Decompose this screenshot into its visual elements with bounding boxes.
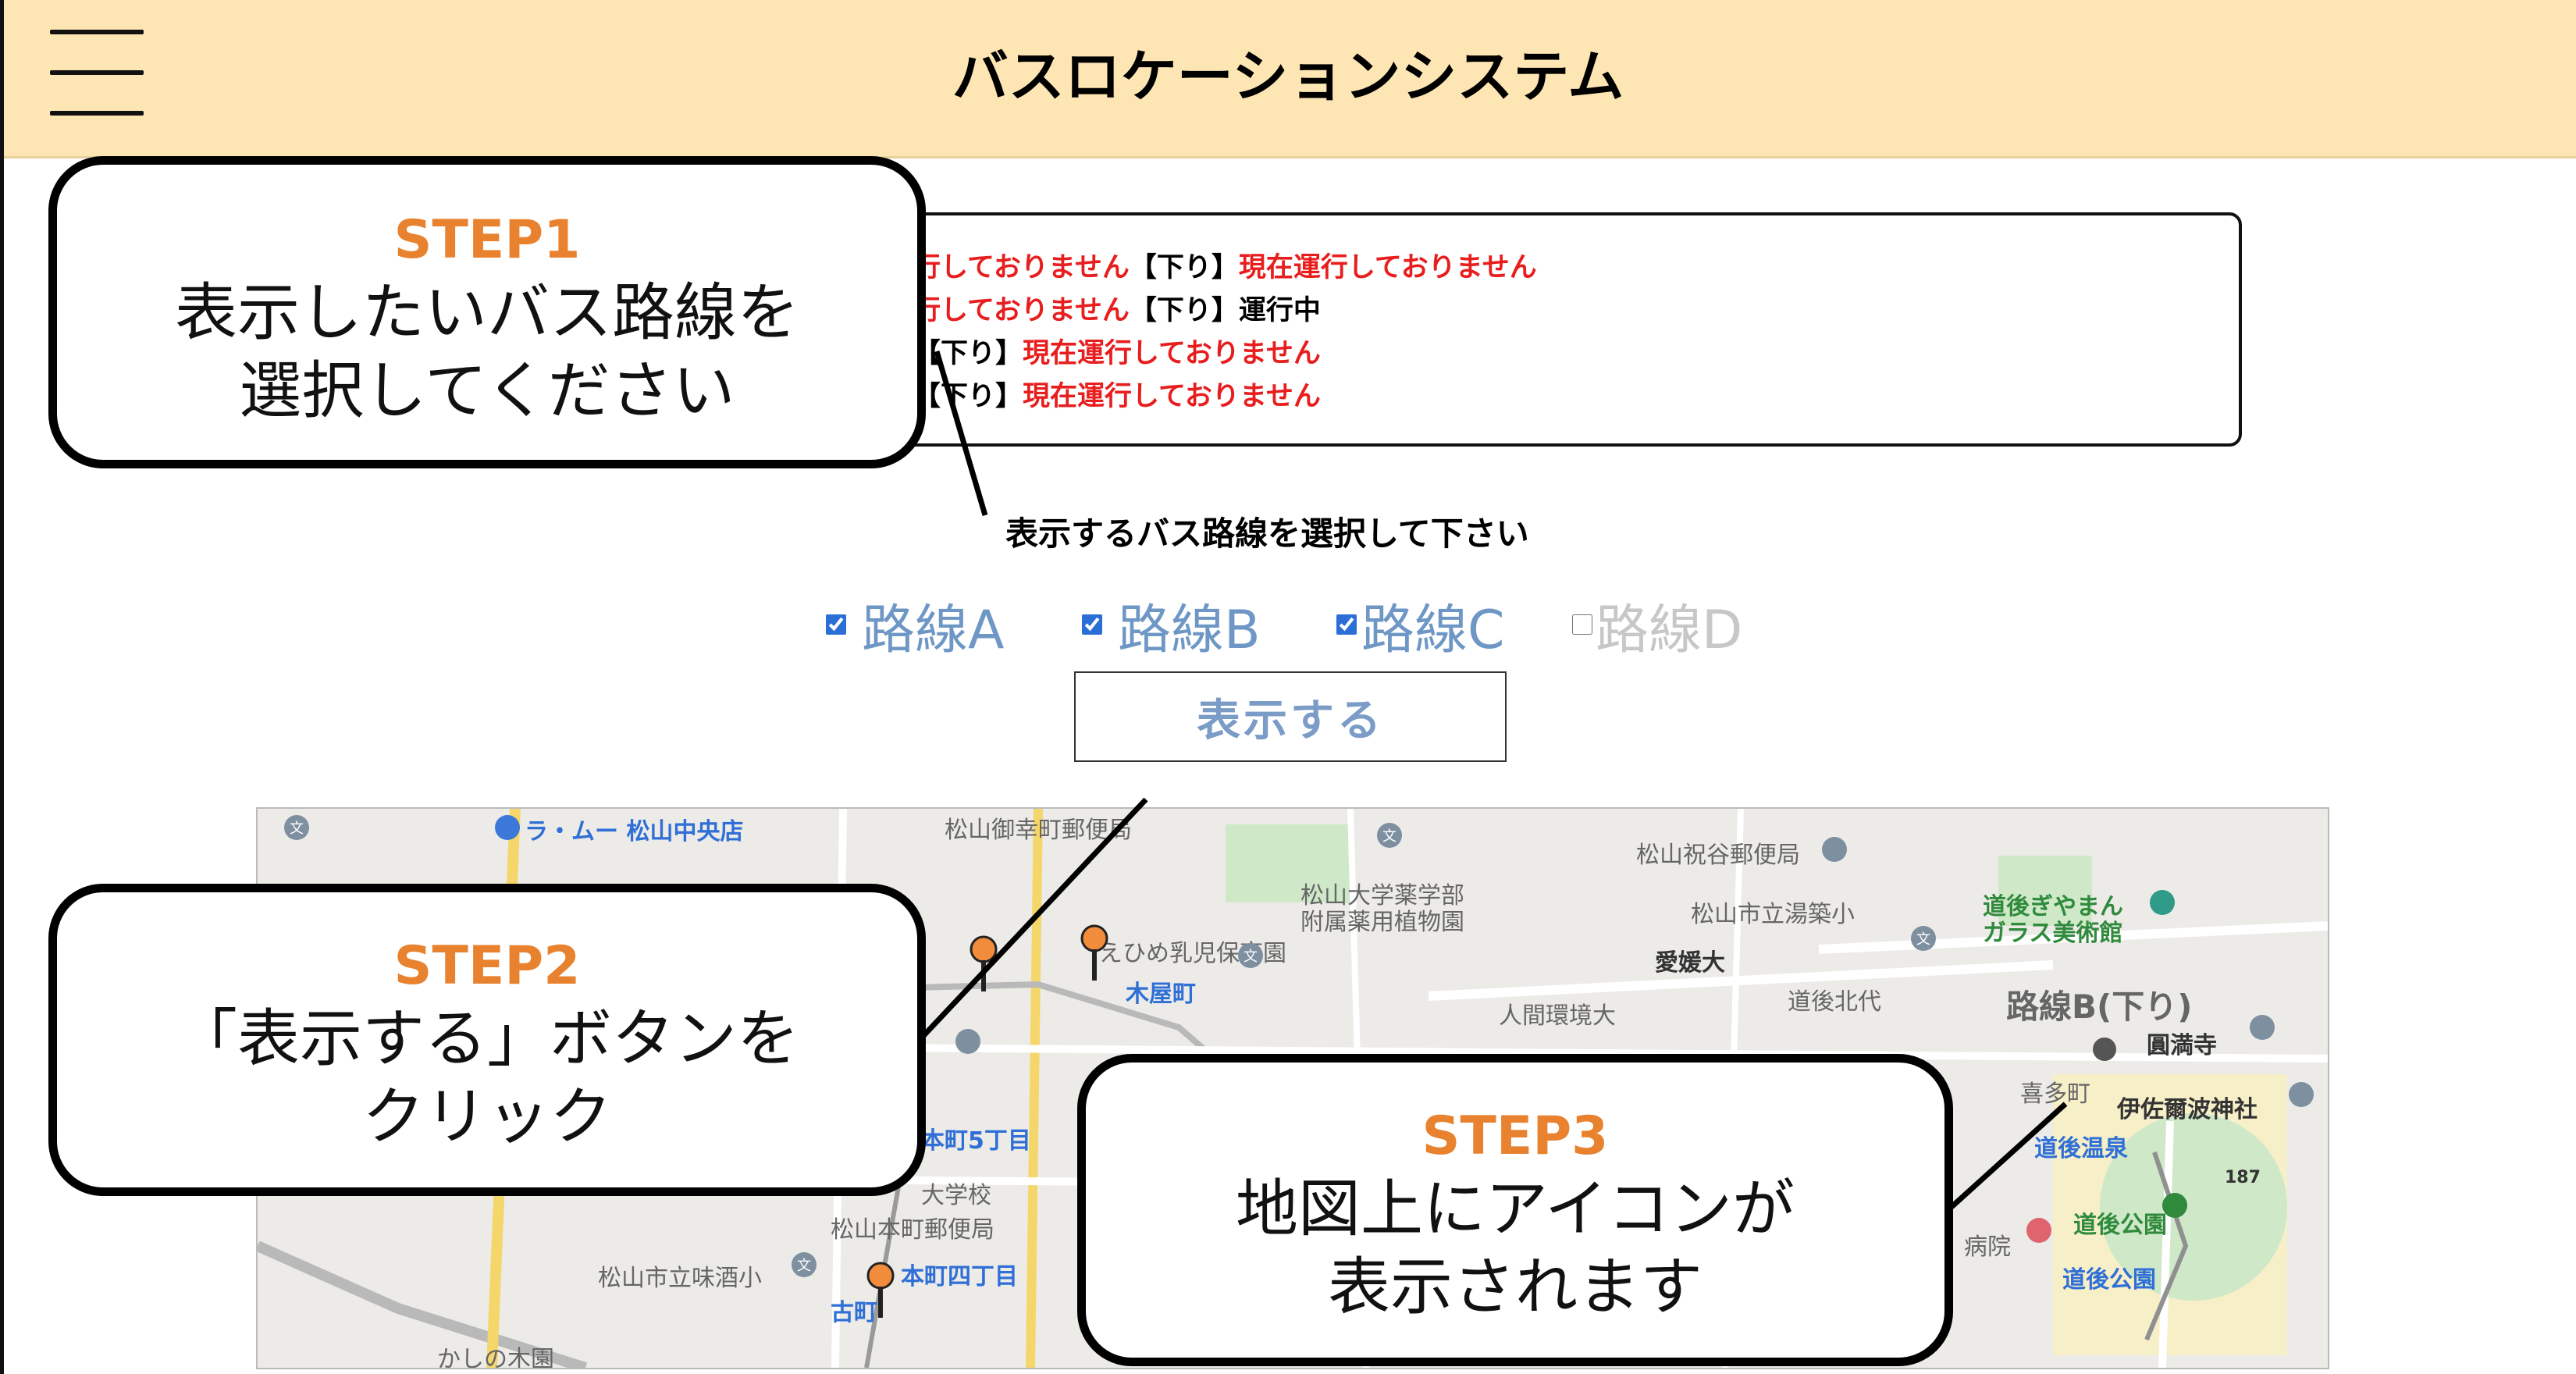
map-label: 道後公園 (2073, 1212, 2167, 1239)
show-button[interactable]: 表示する (1074, 671, 1507, 762)
map-label: かしの木園 (437, 1346, 554, 1369)
step2-heading: STEP2 (393, 935, 581, 997)
route-b-map-label: 路線B(下り) (2006, 988, 2193, 1026)
status-line: 【下り】現在運行しておりません (913, 333, 2239, 376)
school-pin-icon[interactable]: 文 (281, 812, 312, 843)
map-label: 喜多町 (2020, 1080, 2090, 1108)
map-label: 松山御幸町郵便局 (945, 817, 1132, 844)
status-line: 行しておりません【下り】現在運行しておりません (913, 247, 2239, 290)
hospital-pin-icon[interactable] (2023, 1215, 2055, 1246)
svg-text:文: 文 (1382, 828, 1397, 845)
map-label: 道後北代 (1788, 988, 1881, 1016)
route-a-checkbox[interactable] (826, 614, 846, 635)
map-label: 本町四丁目 (901, 1263, 1018, 1290)
museum-pin-icon[interactable] (2147, 887, 2178, 918)
status-direction: 【下り】 (913, 338, 1023, 369)
route-b-label: 路線B (1118, 599, 1261, 661)
status-line-a: 行しておりません (913, 252, 1130, 283)
map-label: 187 (2225, 1168, 2261, 1187)
svg-text:文: 文 (797, 1258, 811, 1274)
bus-location-icon[interactable] (2089, 1034, 2120, 1065)
school-pin-icon[interactable]: 文 (1235, 940, 1266, 971)
status-direction: 【下り】 (1129, 295, 1239, 326)
status-line-b: 現在運行しておりません (1023, 381, 1321, 412)
map-label: ラ・ムー 松山中央店 (525, 818, 744, 845)
bus-stop-icon[interactable] (1079, 923, 1110, 985)
shop-pin-icon[interactable] (492, 812, 523, 843)
map-label: 病院 (1964, 1233, 2011, 1261)
route-d-checkbox[interactable] (1572, 614, 1592, 635)
route-d-label: 路線D (1596, 599, 1743, 661)
route-c-option[interactable]: 路線C (1336, 593, 1504, 661)
route-c-checkbox[interactable] (1336, 614, 1357, 635)
status-panel: 行しておりません【下り】現在運行しておりません 行しておりません【下り】運行中 … (898, 212, 2242, 447)
bus-stop-icon[interactable] (968, 934, 999, 996)
route-c-label: 路線C (1361, 599, 1505, 661)
park-pin-icon[interactable] (2159, 1190, 2190, 1221)
step2-text: 「表示する」ボタンを クリック (175, 1002, 799, 1153)
step3-heading: STEP3 (1421, 1105, 1609, 1167)
map-label: 松山本町郵便局 (831, 1216, 994, 1244)
map-label: 松山市立湯築小 (1691, 901, 1855, 928)
map-label: 木屋町 (1126, 981, 1196, 1008)
step1-heading: STEP1 (393, 209, 581, 271)
step3-text: 地図上にアイコンが 表示されます (1236, 1173, 1795, 1323)
map-label: 愛媛大 (1655, 949, 1725, 977)
status-line: 行しておりません【下り】運行中 (913, 290, 2239, 333)
shrine-pin-icon[interactable] (2286, 1079, 2317, 1110)
status-line-b: 運行中 (1238, 295, 1321, 326)
svg-text:文: 文 (1244, 949, 1258, 965)
map-label: 大学校 (921, 1182, 991, 1209)
temple-pin-icon[interactable] (2247, 1012, 2278, 1043)
status-line-b: 現在運行しておりません (1238, 252, 1537, 283)
map-label: 人間環境大 (1499, 1002, 1616, 1030)
school-pin-icon[interactable]: 文 (1908, 923, 1939, 954)
map-label: 道後温泉 (2034, 1135, 2128, 1162)
bus-stop-icon[interactable] (865, 1260, 896, 1322)
status-direction: 【下り】 (913, 381, 1023, 412)
window-edge (0, 0, 4, 1374)
school-pin-icon[interactable]: 文 (1374, 820, 1405, 851)
route-a-option[interactable]: 路線A (826, 593, 1005, 661)
status-line-a: 行しておりません (913, 295, 1130, 326)
map-label: 松山祝谷郵便局 (1636, 842, 1800, 869)
status-line: 【下り】現在運行しておりません (913, 376, 2239, 418)
route-b-option[interactable]: 路線B (1082, 593, 1261, 661)
status-direction: 【下り】 (1129, 252, 1239, 283)
post-office-pin-icon[interactable] (1819, 834, 1850, 865)
school-pin-icon[interactable]: 文 (788, 1249, 820, 1280)
step1-text: 表示したいバス路線を 選択してください (175, 276, 799, 427)
map-label: 道後公園 (2062, 1266, 2156, 1294)
status-line-b: 現在運行しておりません (1023, 338, 1321, 369)
map-label: 伊佐爾波神社 (2117, 1096, 2258, 1123)
map-label: 本町5丁目 (921, 1127, 1031, 1155)
route-b-checkbox[interactable] (1082, 614, 1102, 635)
map-label: 附属薬用植物園 (1300, 909, 1464, 936)
page-title: バスロケーションシステム (952, 44, 1624, 109)
route-select-prompt: 表示するバス路線を選択して下さい (1005, 514, 1529, 553)
map-label: 圓満寺 (2147, 1032, 2217, 1059)
map-label: ガラス美術館 (1983, 920, 2123, 947)
map-label: 松山市立味酒小 (598, 1265, 762, 1292)
step1-callout: STEP1 表示したいバス路線を 選択してください (48, 156, 926, 468)
step3-callout: STEP3 地図上にアイコンが 表示されます (1077, 1054, 1953, 1366)
svg-text:文: 文 (1916, 931, 1930, 948)
svg-text:文: 文 (290, 820, 304, 837)
route-checkbox-group: 路線A 路線B 路線C 路線D (0, 593, 2576, 661)
step2-callout: STEP2 「表示する」ボタンを クリック (48, 884, 926, 1196)
route-d-option[interactable]: 路線D (1572, 593, 1742, 661)
place-pin-icon[interactable] (952, 1026, 984, 1057)
route-a-label: 路線A (862, 599, 1005, 661)
